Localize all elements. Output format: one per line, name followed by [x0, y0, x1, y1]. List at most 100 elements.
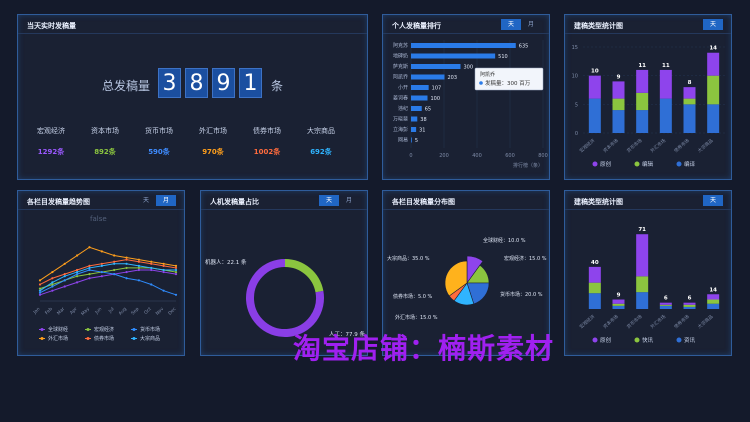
trend-point	[88, 266, 91, 270]
bar-total-label: 40	[591, 260, 599, 266]
trend-point	[100, 262, 103, 265]
rank-tick-label: 800	[538, 153, 548, 159]
rank-bar	[411, 95, 428, 101]
bar-total-label: 11	[662, 63, 670, 69]
stacked-bar-segment	[659, 305, 672, 309]
trend-point	[125, 277, 128, 280]
trend-point	[75, 275, 79, 278]
stacked-bar-segment	[636, 110, 649, 133]
stacked-bar-segment	[683, 306, 696, 309]
trend-point	[162, 264, 165, 267]
market-stat: 债券市场 1002条	[245, 126, 289, 157]
market-name: 货币市场	[145, 127, 173, 135]
panel-title: 当天实时发稿量	[27, 22, 76, 30]
toggle-day[interactable]: 天	[319, 195, 339, 206]
trend-point	[174, 293, 178, 296]
panel-title: 个人发稿量排行	[392, 22, 441, 30]
trend-chart: Jan Feb Mar Apr May Jun Jul Aug Sep Oct Nov Dec 全球财经…	[32, 246, 178, 342]
trend-point	[63, 285, 66, 288]
bar-total-label: 6	[664, 296, 668, 302]
toggle-month[interactable]: 月	[339, 195, 359, 206]
trend-point	[51, 283, 54, 286]
panel-ranking: 个人发稿量排行 天 月 0 200 400 600 800 阿克苏 635 地碑奶 510 萨克斯…	[382, 14, 550, 180]
stacked-bar-segment	[588, 75, 601, 99]
stacked-bar-segment	[612, 303, 625, 306]
legend-marker	[132, 337, 136, 340]
stacked-bar-segment	[683, 302, 696, 305]
legend-label: 大宗商品	[140, 335, 160, 342]
trend-point	[75, 270, 79, 274]
market-stat: 资本市场 892条	[83, 126, 127, 157]
stacked-bar-segment	[636, 92, 649, 111]
rank-bar	[411, 53, 496, 59]
legend-label: 外汇市场	[48, 335, 68, 342]
day-month-toggle: 天 月	[319, 195, 359, 206]
trend-point	[162, 268, 165, 272]
stacked-bar-segment	[659, 302, 672, 305]
y-tick-label: 0	[575, 131, 578, 137]
panel-title: 各栏目发稿量趋势图	[27, 198, 90, 206]
x-category-label: 资本市场	[601, 137, 620, 154]
stacked-bar-segment	[636, 69, 649, 93]
panel-trend: 各栏目发稿量趋势图 天 月 false Jan Feb Mar Apr May Jun Ju…	[17, 190, 185, 356]
market-name: 外汇市场	[199, 127, 227, 135]
trend-point	[125, 266, 128, 270]
legend-marker	[592, 161, 598, 167]
trend-point	[113, 254, 116, 257]
toggle-day[interactable]: 天	[703, 19, 723, 30]
panel-divider	[18, 33, 367, 34]
y-tick-label: 10	[572, 74, 578, 80]
day-month-toggle: 天 月	[136, 195, 176, 206]
panel-type-stats-2: 建稿类型统计图 天 40 宏观经济 9 资本市场 71 货币市场 6 外汇市场 6 债券市场 14 大…	[564, 190, 732, 356]
rank-category-label: 立海彭	[393, 126, 408, 133]
stacked-bar-segment	[683, 87, 696, 99]
rank-bar	[411, 116, 418, 122]
rank-category-label: 网易	[398, 138, 408, 144]
x-month-label: Jan	[32, 306, 42, 316]
pie-label: 宏观经济：15.0 %	[504, 255, 547, 262]
legend-label: 债券市场	[94, 335, 114, 342]
x-month-label: Feb	[44, 306, 54, 316]
ranking-chart: 0 200 400 600 800 阿克苏 635 地碑奶 510 萨克斯 300 阿凯乔 203 小开 1…	[393, 40, 548, 169]
trend-point	[38, 283, 42, 286]
pie-label: 大宗商品：35.0 %	[387, 255, 430, 262]
rank-category-label: 姜诃春	[393, 95, 408, 102]
bar-total-label: 71	[638, 227, 646, 233]
x-month-label: May	[80, 306, 91, 317]
toggle-month[interactable]: 月	[521, 19, 541, 30]
x-month-label: Mar	[56, 306, 66, 316]
market-stat: 货币市场 590条	[137, 126, 181, 157]
rank-value-label: 107	[432, 86, 442, 92]
legend-label: 原创	[600, 336, 611, 344]
toggle-month[interactable]: 月	[156, 195, 176, 206]
stacked-bar-segment	[588, 98, 601, 133]
digit-3: 9	[212, 68, 235, 98]
legend-marker	[40, 328, 44, 331]
trend-point	[137, 279, 141, 282]
bar-total-label: 14	[709, 287, 717, 293]
toggle-day[interactable]: 天	[136, 195, 156, 206]
panel-title: 建稿类型统计图	[574, 198, 623, 206]
trend-point	[75, 281, 79, 284]
rank-value-label: 5	[415, 138, 418, 144]
legend-label: 货币市场	[140, 326, 160, 333]
day-toggle: 天	[703, 195, 723, 206]
rank-category-label: 阿凯乔	[393, 74, 408, 81]
toggle-day[interactable]: 天	[703, 195, 723, 206]
rank-category-label: 阿克苏	[393, 42, 408, 49]
rank-bar	[411, 64, 461, 69]
digit-4: 1	[239, 68, 262, 98]
panel-title: 建稿类型统计图	[574, 22, 623, 30]
trend-line	[39, 269, 177, 296]
stacked-bar-segment	[612, 110, 625, 133]
trend-point	[38, 289, 42, 292]
trend-point	[51, 281, 54, 284]
legend-marker	[40, 337, 44, 340]
trend-point	[51, 289, 54, 292]
toggle-day[interactable]: 天	[501, 19, 521, 30]
trend-point	[150, 260, 153, 263]
panel-title: 人机发稿量占比	[210, 198, 259, 206]
legend-marker	[86, 328, 90, 331]
x-month-label: Jul	[107, 306, 116, 315]
trend-point	[100, 250, 103, 253]
